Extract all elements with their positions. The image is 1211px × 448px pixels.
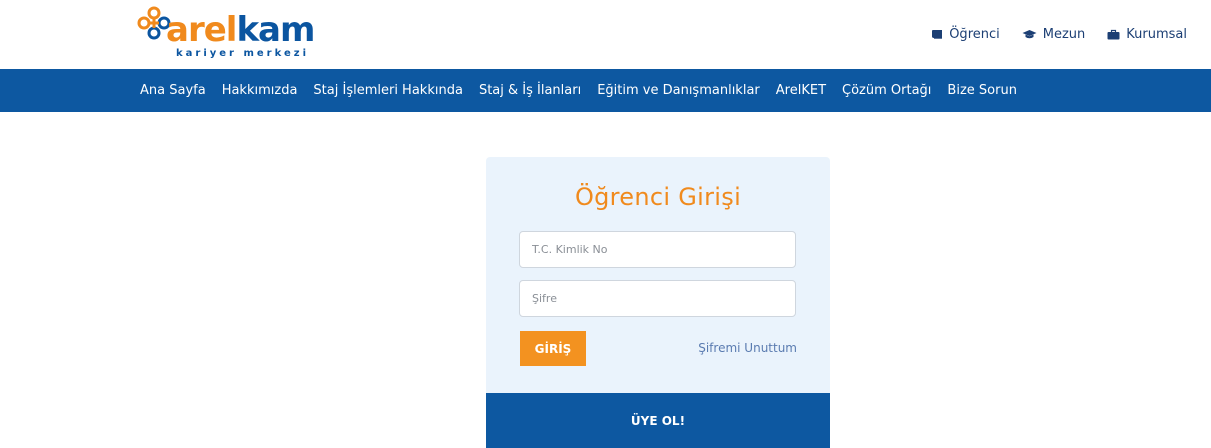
nav-item-hakkimizda[interactable]: Hakkımızda	[214, 83, 306, 98]
nav-item-bize-sorun[interactable]: Bize Sorun	[939, 83, 1025, 98]
logo-word-part1: arel	[166, 10, 237, 50]
toplink-kurumsal[interactable]: Kurumsal	[1107, 27, 1187, 42]
login-button[interactable]: GİRİŞ	[520, 331, 586, 366]
password-input[interactable]	[519, 280, 796, 317]
book-icon	[932, 30, 943, 39]
nav-item-staj-islemleri[interactable]: Staj İşlemleri Hakkında	[305, 83, 471, 98]
nav-item-egitim[interactable]: Eğitim ve Danışmanlıklar	[589, 83, 768, 98]
login-title: Öğrenci Girişi	[574, 183, 742, 211]
logo-tagline: kariyer merkezi	[176, 48, 310, 59]
logo-word-part2: kam	[236, 10, 315, 50]
tc-kimlik-input[interactable]	[519, 231, 796, 268]
nav-item-staj-is-ilanlari[interactable]: Staj & İş İlanları	[471, 83, 589, 98]
login-card: Öğrenci Girişi GİRİŞ Şifremi Unuttum ÜYE…	[486, 157, 830, 448]
toplink-ogrenci[interactable]: Öğrenci	[931, 27, 1000, 42]
toplink-mezun-label: Mezun	[1042, 27, 1086, 42]
graduation-cap-icon	[1022, 30, 1037, 39]
toplink-ogrenci-label: Öğrenci	[949, 27, 1000, 42]
nav-item-cozum-ortagi[interactable]: Çözüm Ortağı	[834, 83, 939, 98]
main-nav: Ana Sayfa Hakkımızda Staj İşlemleri Hakk…	[0, 69, 1211, 112]
toplink-mezun[interactable]: Mezun	[1022, 27, 1086, 42]
nav-item-ana-sayfa[interactable]: Ana Sayfa	[140, 83, 214, 98]
logo-wordmark: arelkam	[166, 10, 315, 50]
nav-menu: Ana Sayfa Hakkımızda Staj İşlemleri Hakk…	[140, 69, 1025, 112]
header: arelkam kariyer merkezi Öğrenci Mezun Ku…	[0, 0, 1211, 69]
signup-button[interactable]: ÜYE OL!	[486, 393, 830, 448]
top-links: Öğrenci Mezun Kurumsal	[931, 27, 1187, 42]
site-logo[interactable]: arelkam kariyer merkezi	[136, 6, 316, 64]
toplink-kurumsal-label: Kurumsal	[1126, 27, 1187, 42]
briefcase-icon	[1107, 29, 1120, 40]
nav-item-arelket[interactable]: ArelKET	[768, 83, 834, 98]
forgot-password-link[interactable]: Şifremi Unuttum	[698, 341, 797, 355]
